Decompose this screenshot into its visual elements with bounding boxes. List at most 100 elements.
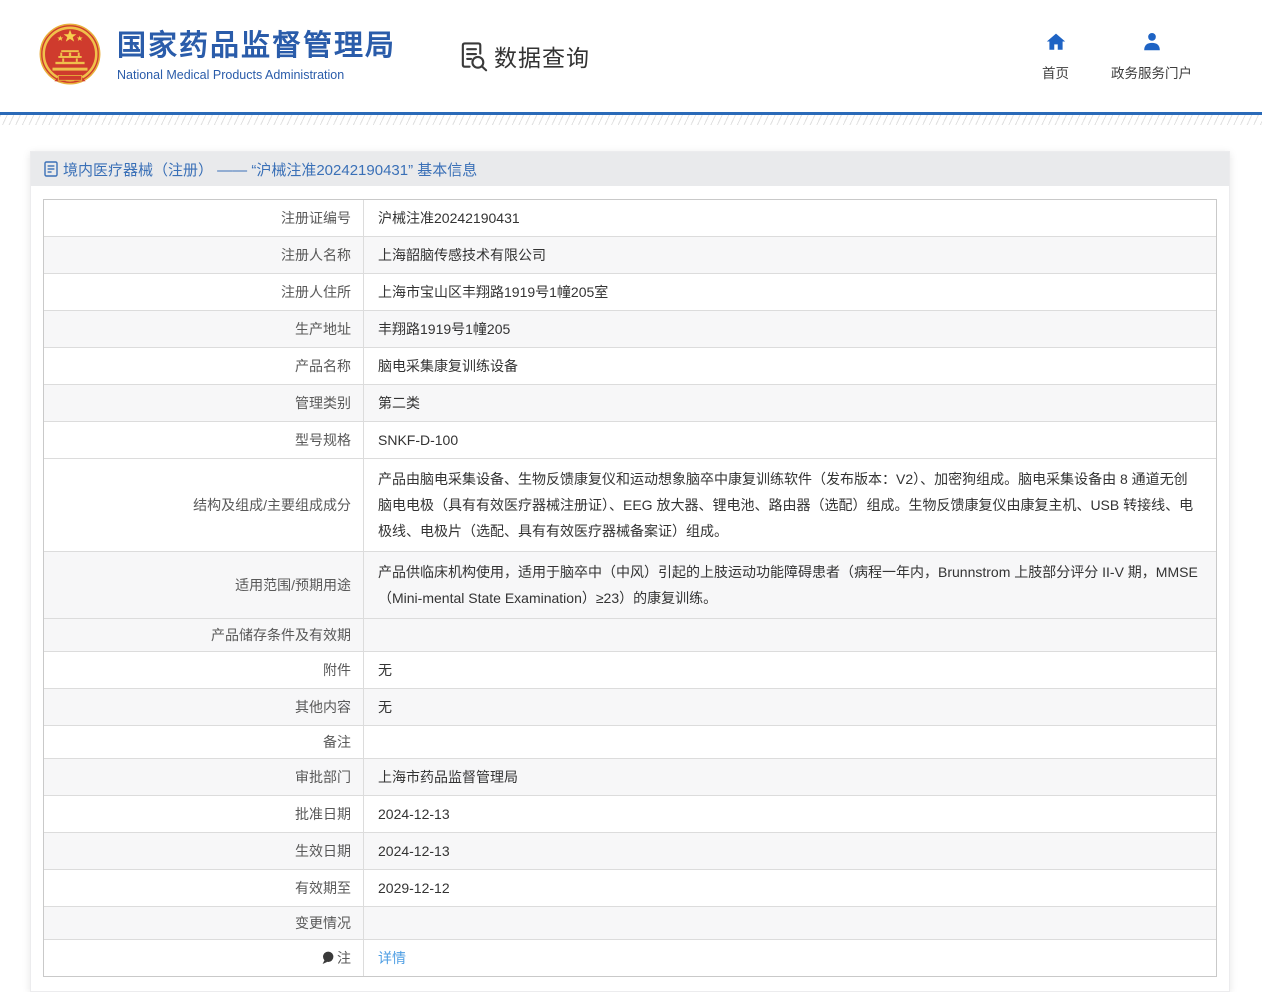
org-name-zh: 国家药品监督管理局 (117, 30, 396, 63)
row-value: 2024-12-13 (364, 833, 1216, 869)
row-label-text: 生产地址 (295, 319, 351, 339)
row-label: 注册证编号 (44, 200, 364, 236)
row-label-text: 备注 (323, 732, 351, 752)
row-label-text: 注册人名称 (281, 245, 351, 265)
row-label: 管理类别 (44, 385, 364, 421)
row-label: 结构及组成/主要组成成分 (44, 459, 364, 551)
nav-portal-label: 政务服务门户 (1111, 62, 1192, 82)
table-row: 生产地址 丰翔路1919号1幢205 (44, 311, 1216, 348)
row-label-text: 管理类别 (295, 393, 351, 413)
row-label-text: 批准日期 (295, 804, 351, 824)
row-label: 生效日期 (44, 833, 364, 869)
row-label: 注册人住所 (44, 274, 364, 310)
table-row: 审批部门 上海市药品监督管理局 (44, 759, 1216, 796)
row-label-text: 变更情况 (295, 913, 351, 933)
table-row: 产品储存条件及有效期 (44, 619, 1216, 652)
row-label-text: 结构及组成/主要组成成分 (193, 495, 351, 515)
row-value (364, 918, 1216, 928)
row-value (364, 630, 1216, 640)
row-label: 备注 (44, 726, 364, 758)
table-row: 注册证编号 沪械注准20242190431 (44, 200, 1216, 237)
nav-home[interactable]: 首页 (1042, 31, 1069, 82)
detail-card: 境内医疗器械（注册） —— “沪械注准20242190431” 基本信息 注册证… (30, 151, 1230, 992)
row-label-text: 其他内容 (295, 697, 351, 717)
card-title-bar: 境内医疗器械（注册） —— “沪械注准20242190431” 基本信息 (31, 152, 1229, 186)
document-search-icon (458, 40, 489, 73)
table-row: 有效期至 2029-12-12 (44, 870, 1216, 907)
document-icon (44, 161, 58, 177)
row-value: 上海韶脑传感技术有限公司 (364, 237, 1216, 273)
row-value: 上海市药品监督管理局 (364, 759, 1216, 795)
row-label-text: 适用范围/预期用途 (235, 575, 351, 595)
row-label-text: 附件 (323, 660, 351, 680)
row-label: 注册人名称 (44, 237, 364, 273)
table-row: 备注 (44, 726, 1216, 759)
row-value: 无 (364, 689, 1216, 725)
top-nav: 首页 政务服务门户 (1042, 31, 1192, 82)
org-name-en: National Medical Products Administration (117, 68, 396, 82)
national-emblem-icon (35, 21, 105, 91)
table-row: 注册人住所 上海市宝山区丰翔路1919号1幢205室 (44, 274, 1216, 311)
bulb-icon (322, 951, 334, 965)
site-logo[interactable]: 国家药品监督管理局 National Medical Products Admi… (35, 21, 396, 91)
row-label-text: 注 (337, 948, 351, 968)
header-divider-hatch (0, 115, 1262, 125)
row-label: 注 (44, 940, 364, 976)
row-label: 型号规格 (44, 422, 364, 458)
row-label: 有效期至 (44, 870, 364, 906)
table-row: 变更情况 (44, 907, 1216, 940)
row-value: 2029-12-12 (364, 870, 1216, 906)
detail-table: 注册证编号 沪械注准20242190431 注册人名称 上海韶脑传感技术有限公司… (43, 199, 1217, 977)
row-value: 2024-12-13 (364, 796, 1216, 832)
table-row: 注 详情 (44, 940, 1216, 976)
row-value: 产品由脑电采集设备、生物反馈康复仪和运动想象脑卒中康复训练软件（发布版本：V2）… (364, 459, 1216, 551)
table-row: 适用范围/预期用途 产品供临床机构使用，适用于脑卒中（中风）引起的上肢运动功能障… (44, 552, 1216, 619)
row-value: 上海市宝山区丰翔路1919号1幢205室 (364, 274, 1216, 310)
row-value: 脑电采集康复训练设备 (364, 348, 1216, 384)
table-row: 生效日期 2024-12-13 (44, 833, 1216, 870)
row-value: 无 (364, 652, 1216, 688)
row-label-text: 注册人住所 (281, 282, 351, 302)
nav-portal[interactable]: 政务服务门户 (1111, 31, 1192, 82)
row-label-text: 审批部门 (295, 767, 351, 787)
nav-home-label: 首页 (1042, 62, 1069, 82)
table-row: 结构及组成/主要组成成分 产品由脑电采集设备、生物反馈康复仪和运动想象脑卒中康复… (44, 459, 1216, 552)
detail-link[interactable]: 详情 (378, 950, 406, 966)
row-value: 详情 (364, 940, 1216, 976)
home-icon (1045, 31, 1067, 53)
brand-text: 国家药品监督管理局 National Medical Products Admi… (117, 30, 396, 82)
table-row: 型号规格 SNKF-D-100 (44, 422, 1216, 459)
row-label: 批准日期 (44, 796, 364, 832)
row-label: 其他内容 (44, 689, 364, 725)
row-label-text: 型号规格 (295, 430, 351, 450)
row-label: 生产地址 (44, 311, 364, 347)
data-query-module[interactable]: 数据查询 (458, 39, 590, 73)
site-header: 国家药品监督管理局 National Medical Products Admi… (0, 0, 1262, 112)
row-label: 附件 (44, 652, 364, 688)
row-label-text: 生效日期 (295, 841, 351, 861)
table-row: 批准日期 2024-12-13 (44, 796, 1216, 833)
row-value: SNKF-D-100 (364, 422, 1216, 458)
table-row: 附件 无 (44, 652, 1216, 689)
row-label: 适用范围/预期用途 (44, 552, 364, 618)
row-value: 产品供临床机构使用，适用于脑卒中（中风）引起的上肢运动功能障碍患者（病程一年内，… (364, 552, 1216, 618)
module-title: 数据查询 (494, 39, 590, 73)
row-label-text: 注册证编号 (281, 208, 351, 228)
row-label-text: 有效期至 (295, 878, 351, 898)
row-value: 第二类 (364, 385, 1216, 421)
row-label: 变更情况 (44, 907, 364, 939)
table-row: 产品名称 脑电采集康复训练设备 (44, 348, 1216, 385)
table-row: 其他内容 无 (44, 689, 1216, 726)
row-label-text: 产品储存条件及有效期 (211, 625, 351, 645)
page-title: 境内医疗器械（注册） —— “沪械注准20242190431” 基本信息 (63, 159, 477, 180)
row-label-text: 产品名称 (295, 356, 351, 376)
table-row: 注册人名称 上海韶脑传感技术有限公司 (44, 237, 1216, 274)
row-value (364, 737, 1216, 747)
row-label: 审批部门 (44, 759, 364, 795)
row-label: 产品储存条件及有效期 (44, 619, 364, 651)
row-value: 丰翔路1919号1幢205 (364, 311, 1216, 347)
row-label: 产品名称 (44, 348, 364, 384)
table-row: 管理类别 第二类 (44, 385, 1216, 422)
row-value: 沪械注准20242190431 (364, 200, 1216, 236)
user-icon (1141, 31, 1163, 53)
